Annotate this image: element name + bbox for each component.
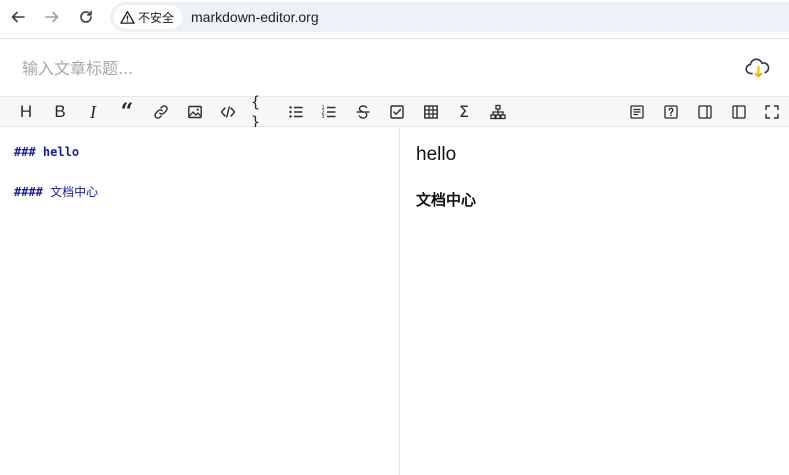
code-icon bbox=[220, 106, 236, 118]
diagram-tree-icon bbox=[490, 104, 506, 120]
heading-button[interactable]: H bbox=[15, 102, 37, 122]
help-icon bbox=[664, 105, 678, 119]
svg-text:3: 3 bbox=[322, 114, 325, 120]
preview-only-button[interactable] bbox=[694, 102, 716, 122]
link-icon bbox=[154, 105, 168, 119]
table-icon bbox=[424, 105, 438, 119]
editor-toolbar: H B I “ { } 123 Σ bbox=[0, 93, 789, 131]
link-button[interactable] bbox=[150, 102, 172, 122]
panel-right-icon bbox=[698, 105, 712, 119]
ordered-list-icon: 123 bbox=[322, 105, 336, 120]
document-list-icon bbox=[630, 105, 644, 119]
reload-icon bbox=[80, 10, 92, 23]
strikethrough-icon bbox=[356, 105, 370, 119]
panel-left-icon bbox=[732, 105, 746, 119]
quote-icon: “ bbox=[120, 99, 134, 125]
image-button[interactable] bbox=[184, 102, 206, 122]
markdown-editor[interactable]: ### hello #### 文档中心 bbox=[0, 127, 399, 475]
italic-button[interactable]: I bbox=[82, 102, 104, 122]
cloud-upload-icon bbox=[745, 58, 770, 78]
mermaid-button[interactable] bbox=[487, 102, 509, 122]
toc-button[interactable] bbox=[626, 102, 648, 122]
url-text[interactable]: markdown-editor.org bbox=[191, 9, 319, 25]
preview-heading-3: hello bbox=[416, 144, 457, 165]
braces-icon: { } bbox=[251, 93, 260, 131]
help-button[interactable] bbox=[660, 102, 682, 122]
formula-button[interactable]: Σ bbox=[453, 102, 475, 122]
forward-button[interactable] bbox=[42, 7, 62, 27]
table-button[interactable] bbox=[420, 102, 442, 122]
image-icon bbox=[188, 105, 202, 119]
italic-icon: I bbox=[90, 102, 96, 122]
ordered-list-button[interactable]: 123 bbox=[318, 102, 340, 122]
save-cloud-button[interactable] bbox=[744, 55, 772, 81]
arrow-left-icon bbox=[11, 11, 25, 23]
task-list-button[interactable] bbox=[386, 102, 408, 122]
sigma-icon: Σ bbox=[458, 102, 470, 121]
editor-line[interactable]: ### hello bbox=[14, 145, 79, 159]
markdown-preview: hello 文档中心 bbox=[400, 127, 789, 475]
browser-toolbar: 不安全 markdown-editor.org bbox=[0, 0, 789, 34]
inline-code-button[interactable] bbox=[217, 102, 239, 122]
markdown-prefix: ### bbox=[14, 145, 36, 159]
bold-icon: B bbox=[54, 102, 66, 121]
security-label: 不安全 bbox=[138, 10, 175, 25]
arrow-right-icon bbox=[45, 11, 59, 23]
warning-triangle-icon bbox=[120, 10, 135, 24]
article-title-input[interactable] bbox=[22, 53, 702, 83]
quote-button[interactable]: “ bbox=[116, 99, 138, 125]
bold-button[interactable]: B bbox=[49, 102, 71, 122]
strikethrough-button[interactable] bbox=[352, 102, 374, 122]
fullscreen-button[interactable] bbox=[761, 102, 783, 122]
security-chip[interactable]: 不安全 bbox=[114, 5, 183, 29]
reload-button[interactable] bbox=[76, 7, 96, 27]
editor-line[interactable]: #### 文档中心 bbox=[14, 183, 98, 200]
heading-icon: H bbox=[19, 102, 33, 121]
preview-heading-4: 文档中心 bbox=[416, 191, 477, 209]
unordered-list-button[interactable] bbox=[285, 102, 307, 122]
markdown-text: 文档中心 bbox=[50, 185, 99, 199]
markdown-text: hello bbox=[42, 145, 80, 159]
fullscreen-icon bbox=[765, 105, 779, 119]
unordered-list-icon bbox=[289, 106, 303, 118]
address-bar[interactable]: 不安全 markdown-editor.org bbox=[110, 2, 789, 32]
checkbox-icon bbox=[390, 105, 404, 119]
code-block-button[interactable]: { } bbox=[251, 93, 273, 131]
markdown-prefix: #### bbox=[14, 185, 43, 199]
back-button[interactable] bbox=[8, 7, 28, 27]
editor-only-button[interactable] bbox=[728, 102, 750, 122]
title-row bbox=[0, 39, 789, 96]
